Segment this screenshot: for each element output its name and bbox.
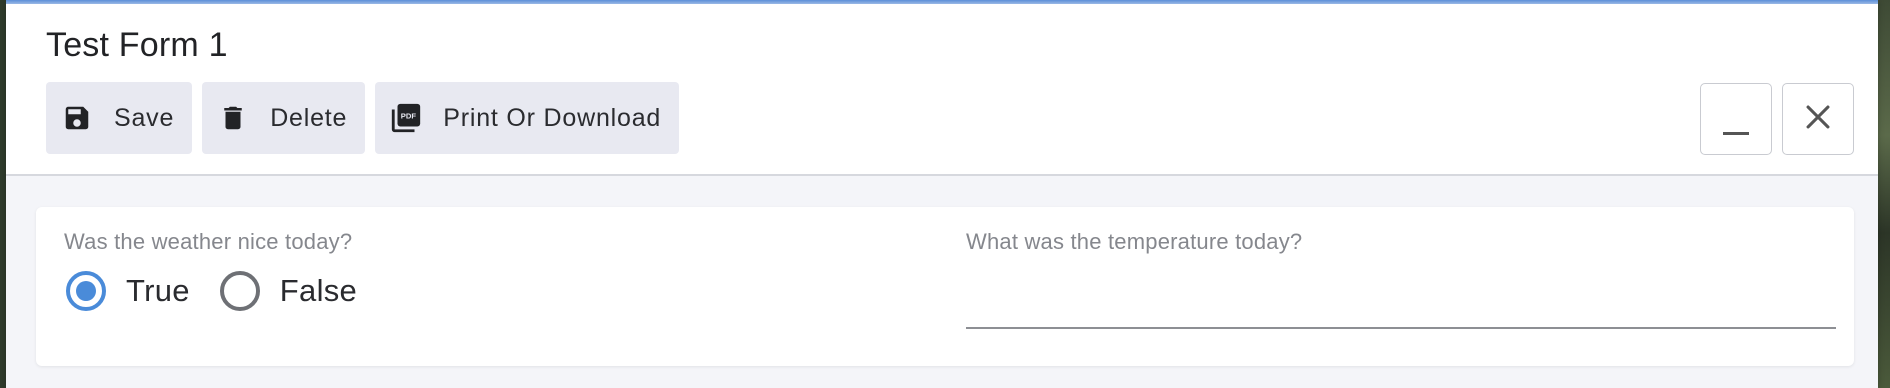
temperature-question-label: What was the temperature today? [966,229,1303,254]
radio-unselected-icon[interactable] [219,271,260,311]
radio-option-true[interactable]: True [66,271,190,311]
svg-text:PDF: PDF [401,111,417,120]
print-download-button[interactable]: PDF Print Or Download [375,82,680,154]
print-download-button-label: Print Or Download [443,103,662,132]
delete-button-label: Delete [270,103,348,132]
temperature-input[interactable] [966,271,1836,329]
dialog-header: Test Form 1 Save Delete PDF Print Or Dow… [6,4,1878,176]
app-window: Test Form 1 Save Delete PDF Print Or Dow… [0,0,1890,388]
minimize-button[interactable] [1700,83,1772,155]
floppy-disk-icon [60,101,94,135]
radio-option-false[interactable]: False [219,271,358,311]
trash-can-icon [216,101,250,135]
close-icon [1801,100,1835,139]
radio-selected-icon[interactable] [66,271,106,311]
weather-radio-group: True False [66,271,387,311]
radio-label-true: True [126,273,190,308]
form-dialog: Test Form 1 Save Delete PDF Print Or Dow… [6,0,1878,388]
form-card: Was the weather nice today? True False W… [36,207,1854,366]
delete-button[interactable]: Delete [202,82,366,154]
background-strip [1878,0,1890,388]
toolbar: Save Delete PDF Print Or Download [46,82,680,154]
radio-label-false: False [279,273,358,308]
minimize-icon [1723,131,1749,135]
close-button[interactable] [1782,83,1854,155]
weather-question-label: Was the weather nice today? [64,229,353,254]
form-title: Test Form 1 [46,26,228,64]
pdf-file-icon: PDF [389,101,423,135]
save-button-label: Save [114,103,175,132]
save-button[interactable]: Save [46,82,193,154]
